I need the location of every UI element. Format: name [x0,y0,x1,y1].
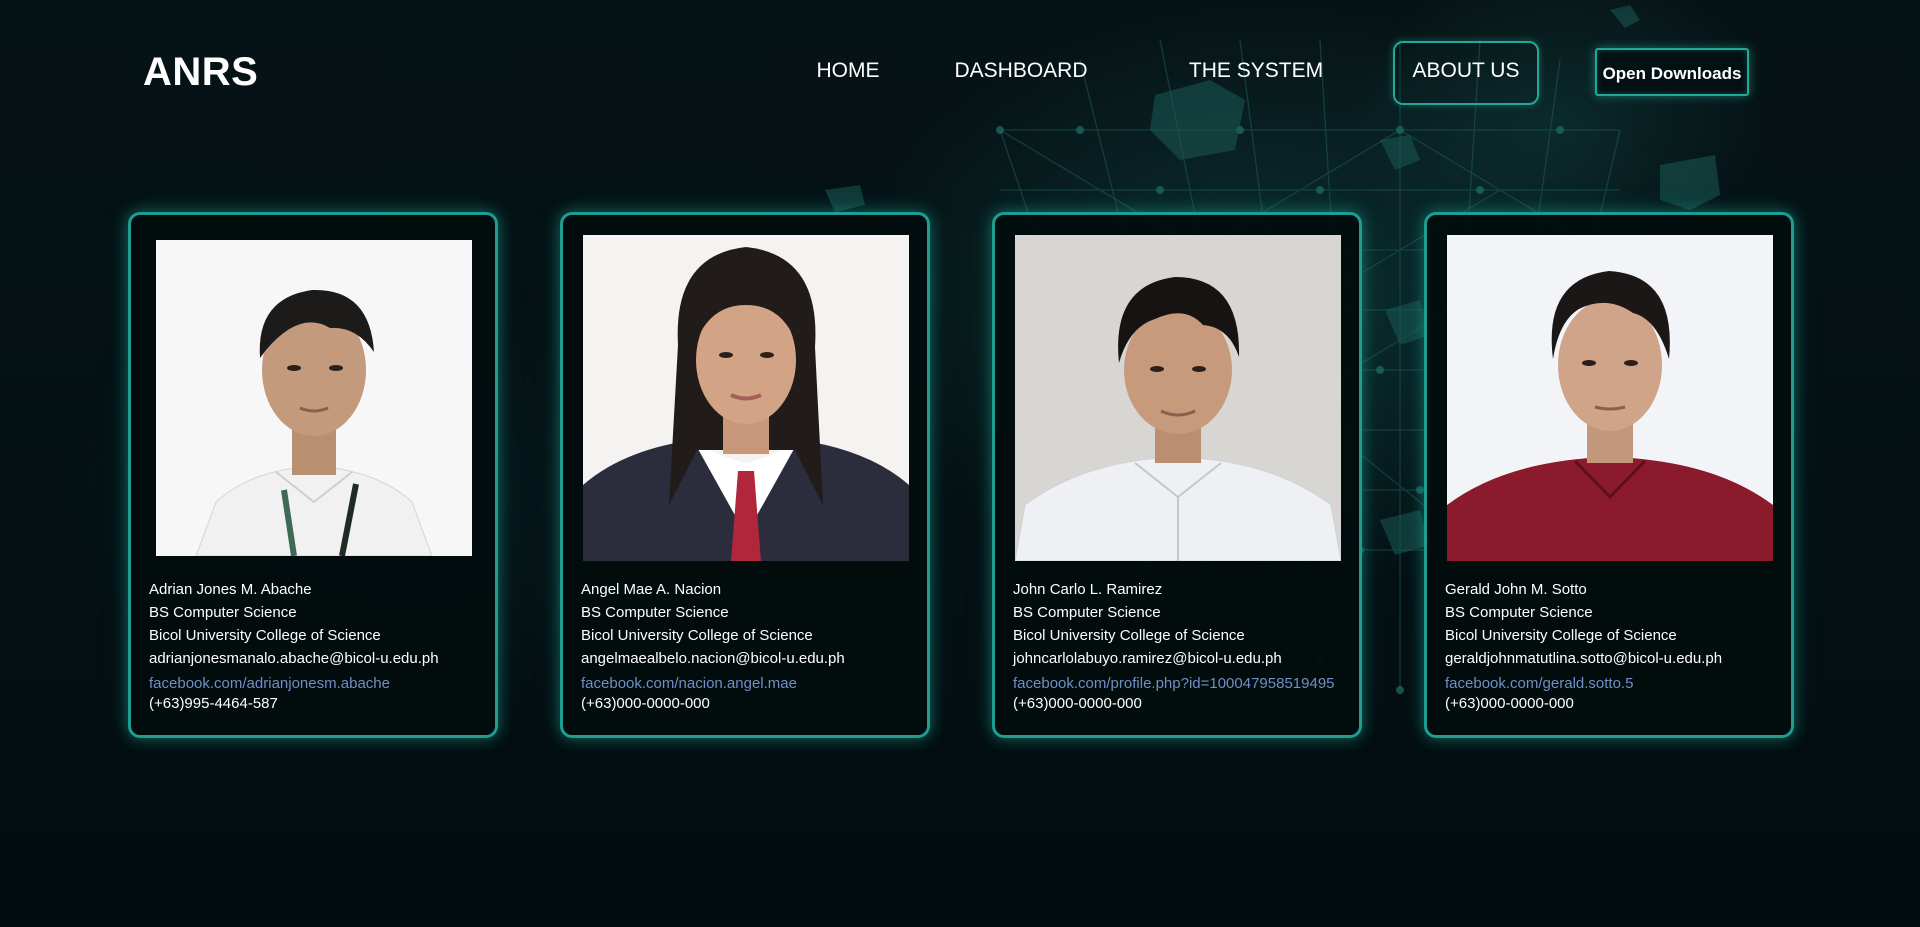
person-photo-icon [156,240,472,556]
person-photo-icon [1015,235,1341,561]
member-facebook-link[interactable]: facebook.com/nacion.angel.mae [581,674,926,694]
member-info: Angel Mae A. Nacion BS Computer Science … [581,578,926,714]
member-info: Gerald John M. Sotto BS Computer Science… [1445,578,1790,714]
about-us-page: ANRS HOME DASHBOARD THE SYSTEM ABOUT US … [0,0,1920,927]
member-info: John Carlo L. Ramirez BS Computer Scienc… [1013,578,1358,714]
member-course: BS Computer Science [1013,604,1161,621]
member-email: geraldjohnmatutlina.sotto@bicol-u.edu.ph [1445,650,1723,667]
open-downloads-button[interactable]: Open Downloads [1595,48,1749,96]
member-phone: (+63)000-0000-000 [1013,695,1142,712]
team-member-card: Angel Mae A. Nacion BS Computer Science … [560,212,930,738]
member-facebook-link[interactable]: facebook.com/profile.php?id=100047958519… [1013,674,1358,694]
member-school: Bicol University College of Science [581,627,813,644]
team-member-card: John Carlo L. Ramirez BS Computer Scienc… [992,212,1362,738]
member-photo [1447,235,1773,561]
member-facebook-link[interactable]: facebook.com/gerald.sotto.5 [1445,674,1790,694]
member-school: Bicol University College of Science [1013,627,1245,644]
member-course: BS Computer Science [1445,604,1593,621]
team-member-card: Gerald John M. Sotto BS Computer Science… [1424,212,1794,738]
person-photo-icon [1447,235,1773,561]
member-school: Bicol University College of Science [149,627,381,644]
nav-dashboard-link[interactable]: DASHBOARD [953,41,1089,101]
member-course: BS Computer Science [149,604,297,621]
site-logo[interactable]: ANRS [143,48,258,96]
member-photo [583,235,909,561]
member-email: johncarlolabuyo.ramirez@bicol-u.edu.ph [1013,650,1282,667]
nav-about-us-link[interactable]: ABOUT US [1393,41,1539,105]
member-name: Angel Mae A. Nacion [581,581,722,598]
member-phone: (+63)000-0000-000 [1445,695,1574,712]
top-navigation-bar: ANRS HOME DASHBOARD THE SYSTEM ABOUT US … [0,0,1920,140]
person-photo-icon [583,235,909,561]
member-name: John Carlo L. Ramirez [1013,581,1163,598]
member-phone: (+63)000-0000-000 [581,695,710,712]
member-email: adrianjonesmanalo.abache@bicol-u.edu.ph [149,650,439,667]
member-name: Gerald John M. Sotto [1445,581,1587,598]
member-email: angelmaealbelo.nacion@bicol-u.edu.ph [581,650,845,667]
member-school: Bicol University College of Science [1445,627,1677,644]
member-facebook-link[interactable]: facebook.com/adrianjonesm.abache [149,674,494,694]
member-info: Adrian Jones M. Abache BS Computer Scien… [149,578,494,714]
team-member-card: Adrian Jones M. Abache BS Computer Scien… [128,212,498,738]
nav-home-link[interactable]: HOME [800,41,896,101]
nav-the-system-link[interactable]: THE SYSTEM [1186,41,1326,101]
member-photo [156,240,472,556]
member-name: Adrian Jones M. Abache [149,581,312,598]
member-course: BS Computer Science [581,604,729,621]
member-phone: (+63)995-4464-587 [149,695,278,712]
member-photo [1015,235,1341,561]
